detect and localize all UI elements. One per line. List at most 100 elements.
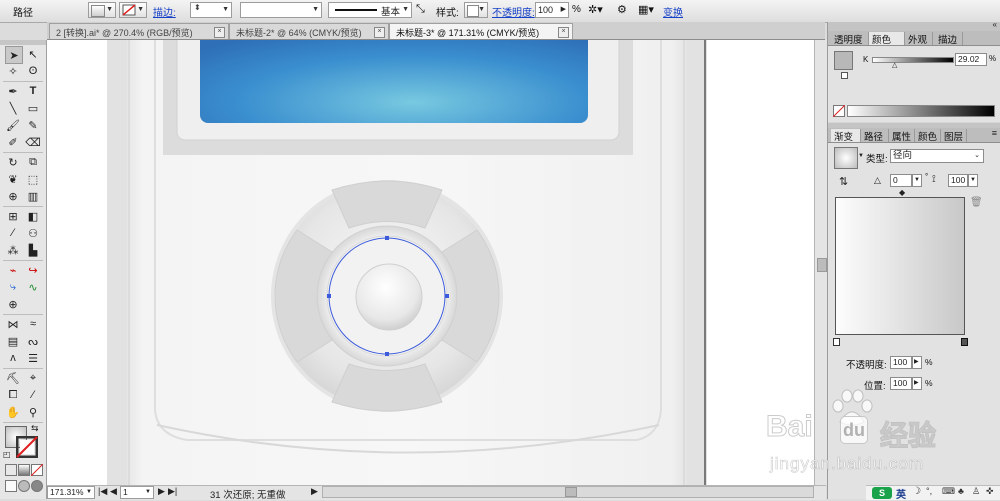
tab-pathfinder[interactable]: 路径 — [861, 129, 889, 143]
blend-tool-icon[interactable]: ⚇ — [25, 225, 41, 241]
zoom-level-field[interactable]: 171.31% ▼ — [47, 486, 95, 499]
swap-icon[interactable]: ⇆ — [31, 423, 39, 434]
color-spectrum-ramp[interactable] — [847, 105, 995, 117]
previous-artboard-icon[interactable]: ◀ — [110, 486, 117, 497]
tab-appearance[interactable]: 外观 — [905, 32, 933, 46]
opacity-input[interactable]: 100 ▶ — [535, 2, 569, 18]
variable-width-profile-dropdown[interactable]: ▼ — [240, 2, 322, 18]
globe-icon[interactable]: ⊕ — [5, 296, 21, 312]
blob-brush-tool-icon[interactable]: ✐ — [5, 134, 21, 150]
bowtie-icon[interactable]: ⋈ — [5, 316, 21, 332]
lasso-tool-icon[interactable]: ʘ — [25, 63, 41, 79]
tab-attributes[interactable]: 属性 — [889, 129, 915, 143]
stroke-link[interactable]: 描边: — [153, 4, 176, 19]
status-menu-icon[interactable]: ▶ — [311, 486, 318, 497]
k-value-input[interactable]: 29.02 — [955, 53, 987, 66]
horizontal-scroll-thumb[interactable] — [565, 487, 577, 497]
next-artboard-icon[interactable]: ▶ — [158, 486, 165, 497]
zoom-tool-icon[interactable]: ⚲ — [25, 404, 41, 420]
trash-icon[interactable]: 🗑︎ — [970, 197, 983, 208]
column-graph-tool-icon[interactable]: ▙ — [25, 242, 41, 258]
horizontal-scrollbar[interactable] — [322, 486, 814, 498]
punctuation-icon[interactable]: °, — [926, 486, 932, 496]
pen-tool-icon[interactable]: ✒ — [5, 83, 21, 99]
line-tool-icon[interactable]: ╲ — [5, 100, 21, 116]
stop-location-input[interactable]: 100 — [890, 377, 912, 390]
out-of-gamut-icon[interactable] — [841, 72, 848, 79]
mesh-tool-icon[interactable]: ⊞ — [5, 208, 21, 224]
first-artboard-icon[interactable]: |◀ — [98, 486, 107, 497]
default-colors-icon[interactable]: ◰ — [3, 450, 11, 459]
eraser-tool-icon[interactable]: ⌫ — [25, 134, 41, 150]
symbol-sprayer-tool-icon[interactable]: ⁂ — [5, 242, 21, 258]
screen-mode-icon[interactable] — [18, 480, 30, 492]
tab-document-3-active[interactable]: 未标题-3* @ 171.31% (CMYK/预览) × — [389, 23, 573, 39]
transform-link[interactable]: 变换 — [663, 4, 683, 19]
color-mode-icon[interactable] — [5, 464, 17, 476]
person-icon[interactable]: ♙ — [972, 486, 980, 497]
list-icon[interactable]: ☰ — [25, 350, 41, 366]
type-tool-icon[interactable]: T — [25, 83, 41, 99]
perspective-grid-tool-icon[interactable]: ▥ — [25, 188, 41, 204]
grid-icon[interactable]: ▤ — [5, 333, 21, 349]
close-icon[interactable]: × — [374, 27, 385, 38]
keyboard-icon[interactable]: ⌨ — [942, 486, 955, 497]
free-transform-tool-icon[interactable]: ⬚ — [25, 171, 41, 187]
live-paint-select-icon[interactable]: ⌖ — [25, 370, 41, 386]
last-artboard-icon[interactable]: ▶| — [168, 486, 177, 497]
curve-tool-icon[interactable]: ↪ — [25, 262, 41, 278]
fill-swatch-button[interactable]: ▼ — [88, 2, 116, 18]
artboard-number-field[interactable]: 1 ▼ — [120, 486, 154, 499]
panel-menu-icon[interactable]: ≡ — [992, 128, 997, 138]
slice-tool-icon[interactable]: ⁄ — [25, 387, 41, 403]
tab-document-2[interactable]: 未标题-2* @ 64% (CMYK/预览) × — [229, 23, 389, 39]
stroke-weight-input[interactable]: ⬍ ▼ — [190, 2, 232, 18]
gradient-stop-right[interactable] — [961, 338, 968, 346]
screen-mode-full-icon[interactable] — [31, 480, 43, 492]
toolbar-grip[interactable] — [0, 40, 46, 45]
twist-icon[interactable]: ᔓ — [25, 333, 41, 349]
none-mode-icon[interactable] — [31, 464, 43, 476]
hand-tool-icon[interactable]: ✋ — [5, 404, 21, 420]
collapse-icon[interactable]: « — [993, 20, 997, 29]
opacity-link[interactable]: 不透明度: — [492, 4, 535, 19]
panel-grip[interactable]: « — [828, 20, 1000, 31]
skin-icon[interactable]: ♣ — [958, 486, 964, 496]
k-slider-track[interactable] — [872, 57, 954, 63]
graphic-style-dropdown[interactable]: ▼ — [464, 2, 488, 18]
tab-color-guide[interactable]: 颜色 — [915, 129, 941, 143]
tab-layers[interactable]: 图层 — [941, 129, 967, 143]
aspect-ratio-dropdown[interactable]: ▼ — [968, 174, 978, 187]
stroke-swatch-button[interactable]: ▼ — [119, 2, 147, 18]
stop-location-dropdown[interactable]: ▶ — [912, 377, 922, 390]
gradient-preview-swatch[interactable] — [834, 147, 858, 169]
gradient-mode-icon[interactable] — [18, 464, 30, 476]
k-slider-handle-icon[interactable]: △ — [892, 61, 897, 69]
reverse-gradient-icon[interactable]: ⇅ — [839, 175, 848, 188]
gradient-type-select[interactable]: 径向 ⌄ — [890, 149, 984, 163]
align-icon[interactable]: ▦▾ — [638, 3, 654, 16]
fill-proxy-icon[interactable] — [834, 51, 853, 70]
close-icon[interactable]: × — [214, 27, 225, 38]
artboard-canvas[interactable] — [47, 40, 814, 485]
paintbrush-tool-icon[interactable]: 🖌︎ — [5, 117, 21, 133]
moon-icon[interactable]: ☽ — [912, 486, 921, 497]
gradient-slider-preview[interactable] — [835, 197, 965, 335]
vertical-scrollbar[interactable] — [814, 40, 827, 485]
none-swatch-icon[interactable] — [833, 105, 845, 117]
eyedropper-tool-icon[interactable]: ⁄ — [5, 225, 21, 241]
path-eraser-icon[interactable]: ∿ — [25, 279, 41, 295]
rotate-tool-icon[interactable]: ↻ — [5, 154, 21, 170]
tools-icon[interactable]: ✜ — [986, 486, 994, 497]
gear-icon[interactable]: ⚙ — [617, 3, 627, 16]
aspect-ratio-input[interactable]: 100 — [948, 174, 968, 187]
sogou-s-icon[interactable]: S — [872, 487, 892, 499]
artboard-tool-icon[interactable]: ⧠ — [5, 387, 21, 403]
tab-transparency[interactable]: 透明度 — [831, 32, 869, 46]
stop-opacity-input[interactable]: 100 — [890, 356, 912, 369]
zigzag-icon[interactable]: ʌ — [5, 350, 21, 366]
chevron-down-icon[interactable]: ▼ — [858, 153, 864, 159]
vertical-scroll-thumb[interactable] — [817, 258, 827, 272]
rectangle-tool-icon[interactable]: ▭ — [25, 100, 41, 116]
stroke-none-icon[interactable] — [16, 436, 38, 458]
